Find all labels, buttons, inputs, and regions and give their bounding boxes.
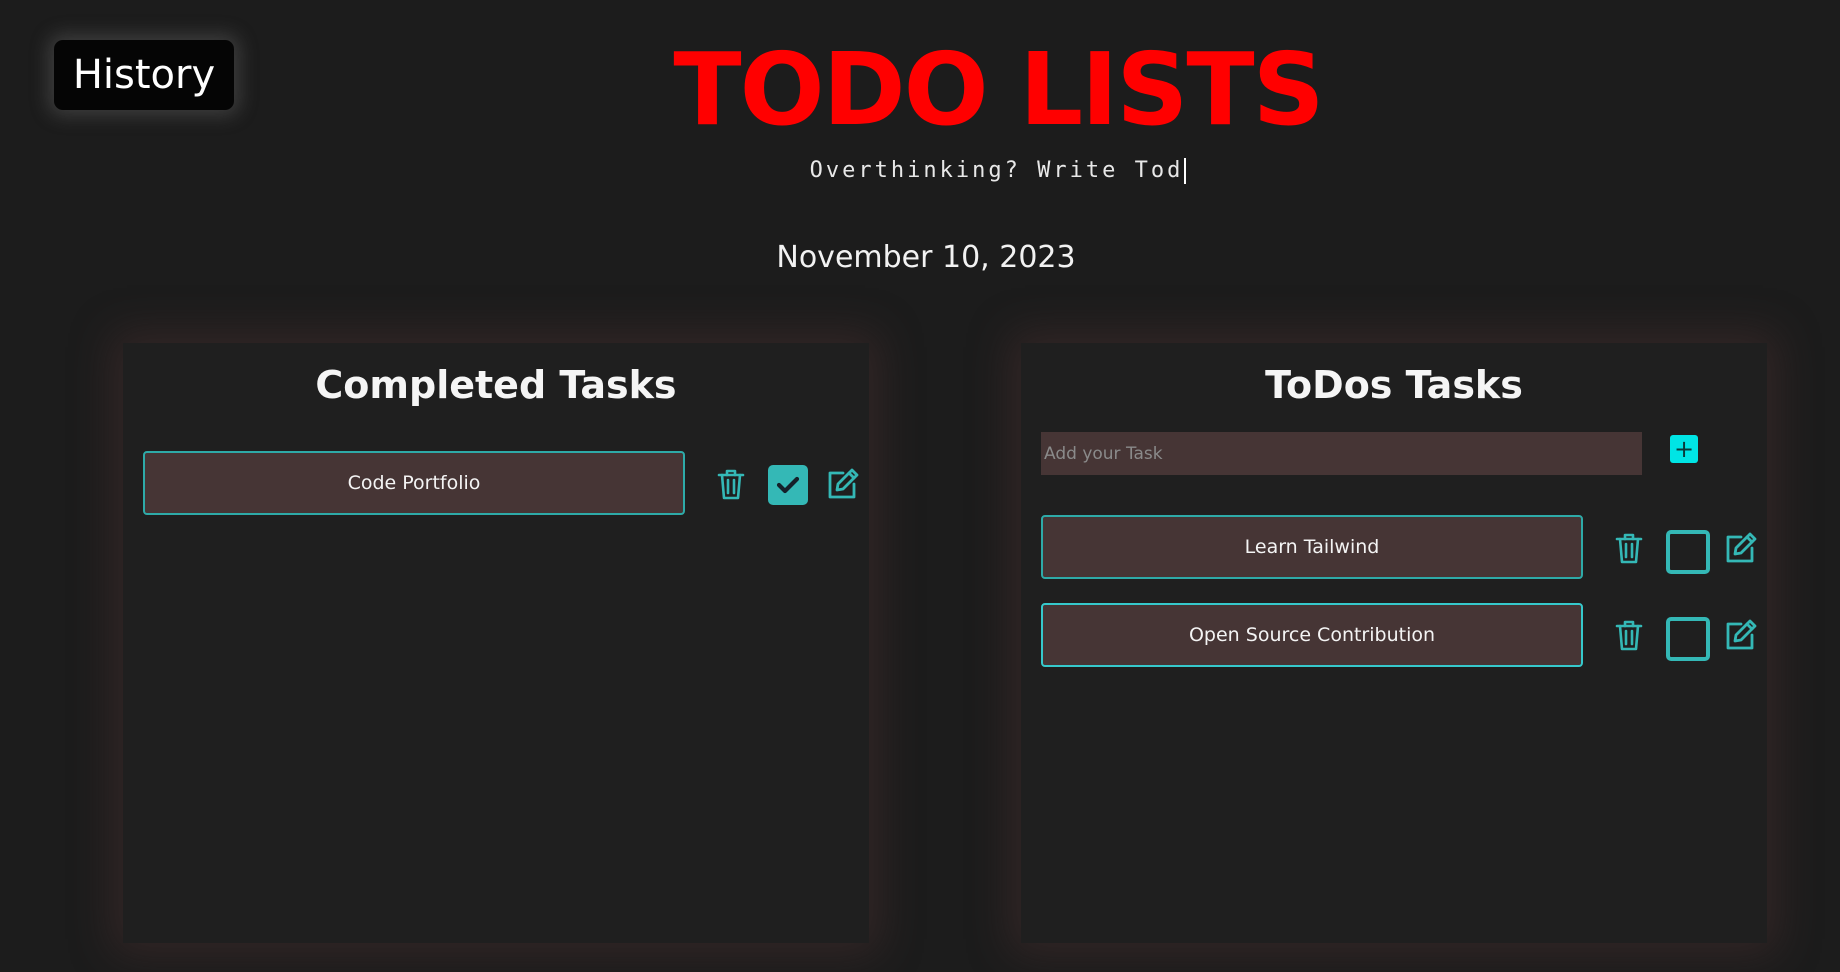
todo-task-item: Learn Tailwind [1041, 515, 1583, 579]
tagline-text: Overthinking? Write Tod [809, 158, 1184, 183]
todos-panel-title: ToDos Tasks [1265, 363, 1523, 407]
delete-button[interactable] [1611, 617, 1647, 653]
plus-icon: + [1673, 435, 1695, 463]
completed-panel-title: Completed Tasks [315, 363, 677, 407]
todos-panel: ToDos Tasks + Learn Tailwind Open Source… [1021, 343, 1767, 943]
trash-icon [1615, 533, 1643, 564]
task-label: Open Source Contribution [1188, 624, 1436, 646]
edit-button[interactable] [825, 466, 861, 502]
edit-icon [1726, 619, 1757, 650]
completed-panel: Completed Tasks Code Portfolio [123, 343, 869, 943]
app-title: TODO LISTS [673, 31, 1324, 148]
task-checkbox[interactable] [1666, 530, 1710, 574]
task-label: Learn Tailwind [1244, 536, 1380, 558]
trash-icon [717, 469, 745, 500]
task-checkbox[interactable] [1666, 617, 1710, 661]
add-task-input[interactable] [1041, 432, 1642, 475]
delete-button[interactable] [713, 466, 749, 502]
edit-icon [1726, 532, 1757, 563]
current-date: November 10, 2023 [776, 240, 1076, 275]
edit-button[interactable] [1723, 617, 1759, 653]
completed-task-item: Code Portfolio [143, 451, 685, 515]
todo-task-item: Open Source Contribution [1041, 603, 1583, 667]
delete-button[interactable] [1611, 530, 1647, 566]
add-task-button[interactable]: + [1670, 435, 1698, 463]
trash-icon [1615, 620, 1643, 651]
edit-icon [828, 468, 859, 499]
task-label: Code Portfolio [347, 472, 481, 494]
typing-cursor [1184, 158, 1187, 184]
tagline: Overthinking? Write Tod [0, 158, 1840, 184]
task-checkbox-checked[interactable] [768, 465, 808, 505]
edit-button[interactable] [1723, 530, 1759, 566]
checkmark-icon [776, 476, 800, 494]
